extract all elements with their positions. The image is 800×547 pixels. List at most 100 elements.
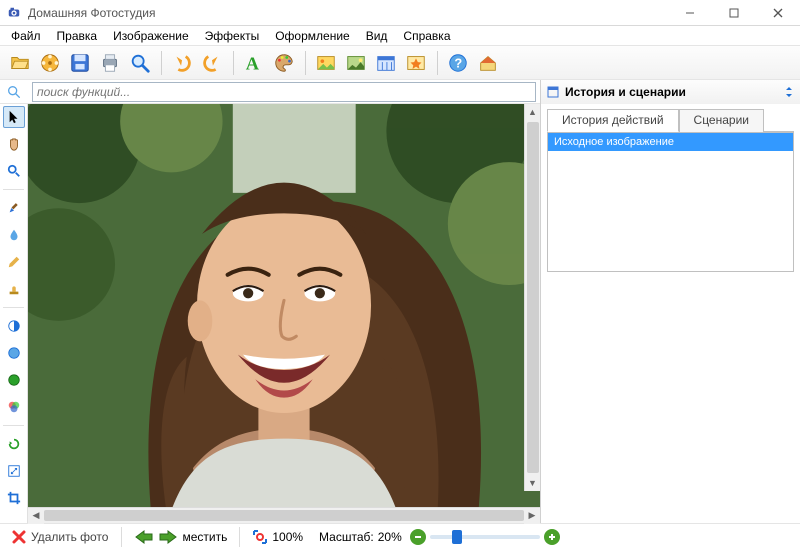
tool-pencil[interactable] bbox=[3, 251, 25, 273]
home-button[interactable] bbox=[474, 49, 502, 77]
search-box bbox=[32, 82, 536, 102]
calendar-button[interactable] bbox=[372, 49, 400, 77]
menu-edit[interactable]: Правка bbox=[50, 27, 105, 45]
scroll-down-icon[interactable]: ▼ bbox=[525, 475, 541, 491]
bottom-controls: Удалить фото местить 100% Масштаб: 20% bbox=[0, 523, 800, 547]
palette-button[interactable] bbox=[270, 49, 298, 77]
side-toolbar bbox=[0, 104, 28, 523]
toolbar-separator bbox=[156, 51, 166, 75]
side-separator bbox=[3, 425, 25, 426]
undo-button[interactable] bbox=[168, 49, 196, 77]
effect4-button[interactable] bbox=[402, 49, 430, 77]
tool-pointer[interactable] bbox=[3, 106, 25, 128]
toolbar-separator bbox=[228, 51, 238, 75]
canvas-horizontal-scrollbar[interactable]: ◀ ▶ bbox=[28, 507, 540, 523]
image-canvas[interactable]: ▲ ▼ bbox=[28, 104, 540, 507]
history-panel: История действий Сценарии Исходное изобр… bbox=[540, 104, 800, 523]
zoom-out-button[interactable] bbox=[410, 529, 426, 545]
zoom-slider[interactable] bbox=[430, 535, 540, 539]
menu-design[interactable]: Оформление bbox=[268, 27, 356, 45]
menubar: Файл Правка Изображение Эффекты Оформлен… bbox=[0, 26, 800, 46]
history-tabs: История действий Сценарии bbox=[547, 108, 794, 132]
collapse-icon[interactable] bbox=[784, 87, 794, 97]
close-button[interactable] bbox=[756, 0, 800, 25]
maximize-button[interactable] bbox=[712, 0, 756, 25]
tool-drop[interactable] bbox=[3, 224, 25, 246]
zoom-100-label: 100% bbox=[272, 530, 303, 544]
next-button[interactable] bbox=[158, 529, 178, 545]
canvas-vertical-scrollbar[interactable]: ▲ ▼ bbox=[524, 104, 540, 491]
scale-label: Масштаб: bbox=[319, 530, 374, 544]
history-header: История и сценарии bbox=[540, 80, 800, 104]
tool-rotate[interactable] bbox=[3, 433, 25, 455]
fit-icon bbox=[252, 529, 268, 545]
tool-rgb[interactable] bbox=[3, 396, 25, 418]
tab-scenarios[interactable]: Сценарии bbox=[679, 109, 764, 132]
window-title: Домашняя Фотостудия bbox=[28, 6, 668, 20]
separator bbox=[121, 527, 122, 547]
side-separator bbox=[3, 307, 25, 308]
search-icon-cell bbox=[0, 80, 28, 104]
nav-group: местить bbox=[130, 529, 231, 545]
canvas-area: ▲ ▼ ◀ ▶ bbox=[28, 104, 540, 523]
help-button[interactable]: ? bbox=[444, 49, 472, 77]
menu-file[interactable]: Файл bbox=[4, 27, 48, 45]
save-button[interactable] bbox=[66, 49, 94, 77]
effect1-button[interactable] bbox=[312, 49, 340, 77]
history-title: История и сценарии bbox=[565, 85, 686, 99]
side-separator bbox=[3, 189, 25, 190]
delete-icon bbox=[11, 529, 27, 545]
redo-button[interactable] bbox=[198, 49, 226, 77]
window-titlebar: Домашняя Фотостудия bbox=[0, 0, 800, 26]
menu-image[interactable]: Изображение bbox=[106, 27, 196, 45]
scroll-thumb[interactable] bbox=[44, 510, 524, 521]
zoom-in-button[interactable] bbox=[544, 529, 560, 545]
tool-brightness[interactable] bbox=[3, 342, 25, 364]
toolbar-separator bbox=[300, 51, 310, 75]
main-toolbar: A ? bbox=[0, 46, 800, 80]
workspace: История и сценарии bbox=[0, 80, 800, 523]
scale-value: 20% bbox=[378, 530, 406, 544]
scroll-up-icon[interactable]: ▲ bbox=[525, 104, 541, 120]
delete-label: Удалить фото bbox=[31, 530, 108, 544]
print-button[interactable] bbox=[96, 49, 124, 77]
tool-contrast[interactable] bbox=[3, 315, 25, 337]
separator bbox=[239, 527, 240, 547]
history-list: Исходное изображение bbox=[547, 132, 794, 272]
svg-text:A: A bbox=[246, 53, 260, 73]
menu-view[interactable]: Вид bbox=[359, 27, 395, 45]
search-icon bbox=[6, 84, 22, 100]
app-icon bbox=[6, 5, 22, 21]
open-button[interactable] bbox=[6, 49, 34, 77]
scale-group: Масштаб: 20% bbox=[315, 529, 564, 545]
search-row bbox=[28, 80, 540, 104]
minimize-button[interactable] bbox=[668, 0, 712, 25]
move-label: местить bbox=[182, 530, 227, 544]
delete-photo-button[interactable]: Удалить фото bbox=[6, 526, 113, 547]
zoom100-group[interactable]: 100% bbox=[248, 529, 307, 545]
tool-brush[interactable] bbox=[3, 197, 25, 219]
tool-crop[interactable] bbox=[3, 487, 25, 509]
tab-history[interactable]: История действий bbox=[547, 109, 679, 132]
scroll-left-icon[interactable]: ◀ bbox=[28, 508, 44, 524]
search-input[interactable] bbox=[33, 83, 535, 101]
scroll-right-icon[interactable]: ▶ bbox=[524, 508, 540, 524]
catalog-button[interactable] bbox=[36, 49, 64, 77]
svg-text:?: ? bbox=[454, 55, 462, 70]
tool-color[interactable] bbox=[3, 369, 25, 391]
menu-help[interactable]: Справка bbox=[396, 27, 457, 45]
history-item[interactable]: Исходное изображение bbox=[548, 133, 793, 151]
menu-effects[interactable]: Эффекты bbox=[198, 27, 267, 45]
effect2-button[interactable] bbox=[342, 49, 370, 77]
toolbar-separator bbox=[432, 51, 442, 75]
tool-zoom[interactable] bbox=[3, 160, 25, 182]
tool-stamp[interactable] bbox=[3, 278, 25, 300]
zoom-button[interactable] bbox=[126, 49, 154, 77]
text-button[interactable]: A bbox=[240, 49, 268, 77]
scroll-thumb[interactable] bbox=[527, 122, 539, 473]
dock-icon bbox=[547, 86, 559, 98]
tool-hand[interactable] bbox=[3, 133, 25, 155]
tool-resize[interactable] bbox=[3, 460, 25, 482]
prev-button[interactable] bbox=[134, 529, 154, 545]
zoom-slider-knob[interactable] bbox=[452, 530, 462, 544]
